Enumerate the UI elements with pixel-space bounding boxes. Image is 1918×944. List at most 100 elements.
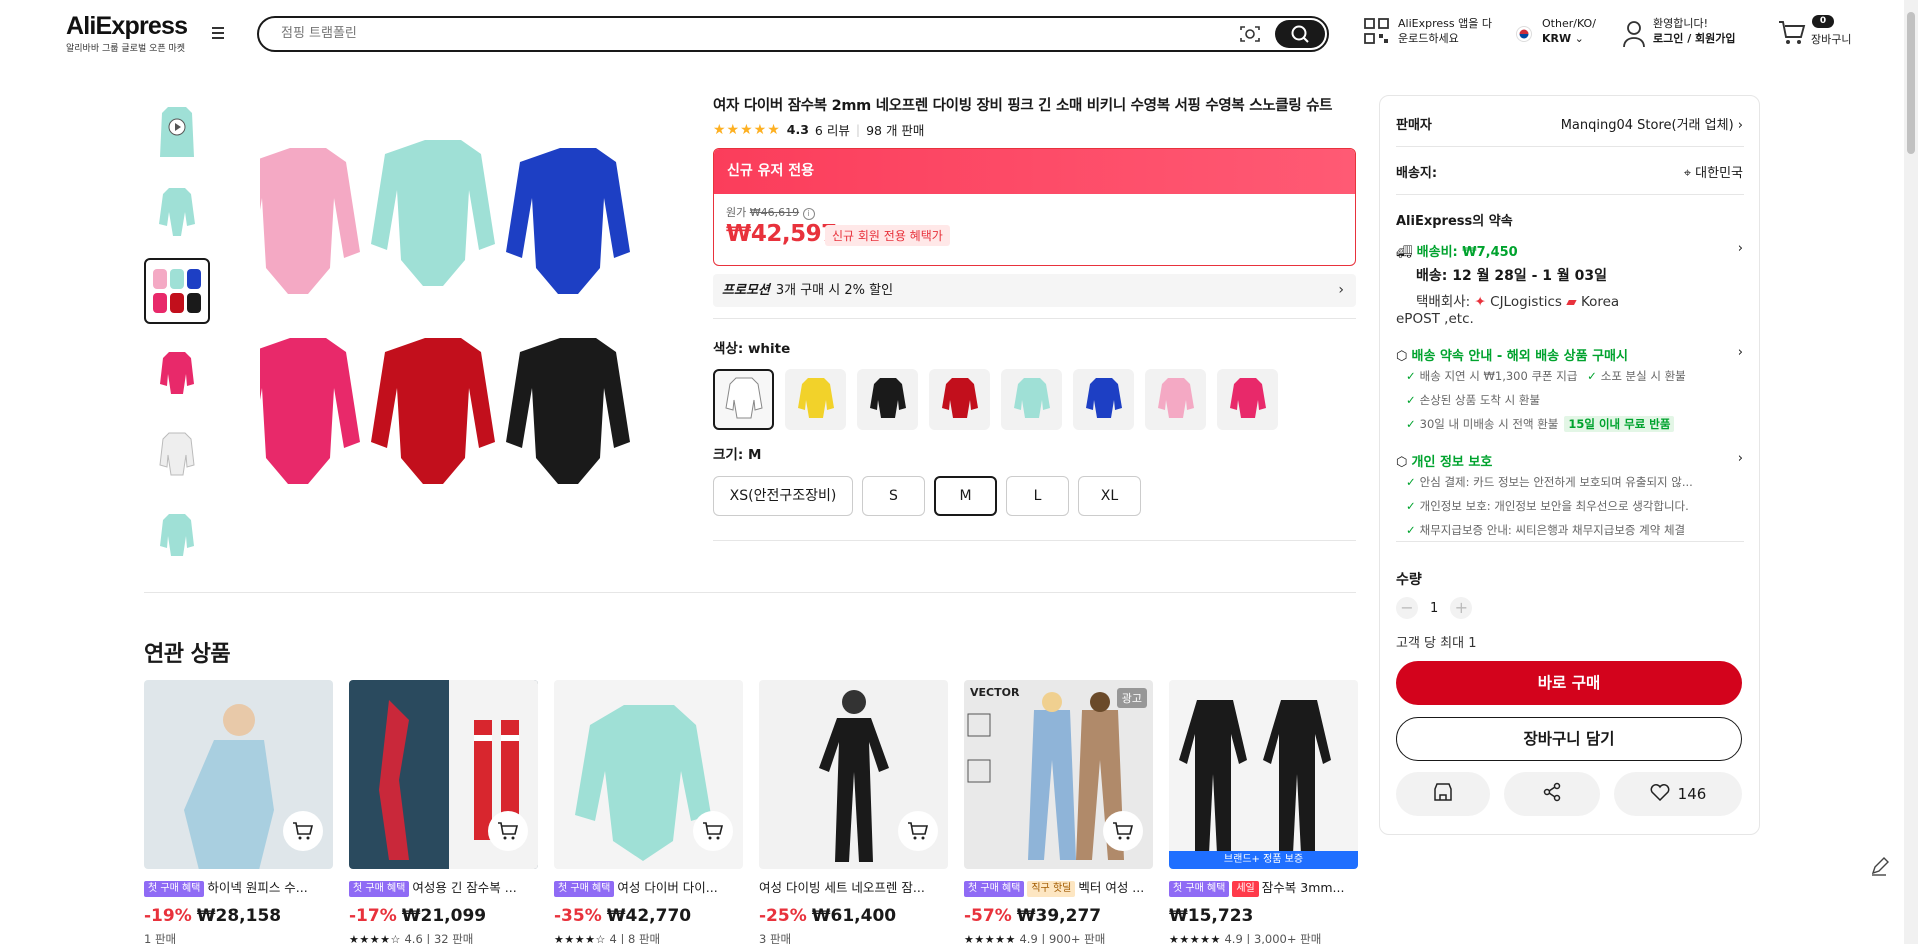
account-link[interactable]: 환영합니다! 로그인 / 회원가입	[1653, 16, 1736, 46]
seller-label: 판매자	[1396, 118, 1432, 133]
thumbnail-image[interactable]	[144, 501, 210, 567]
seller-value[interactable]: Manqing04 Store(거래 업체) ›	[1561, 114, 1743, 133]
add-to-cart-button[interactable]: 장바구니 담기	[1396, 717, 1742, 761]
product-card-image[interactable]	[554, 680, 743, 869]
scrollbar-thumb[interactable]	[1907, 12, 1915, 154]
add-to-cart-icon[interactable]	[488, 811, 528, 851]
product-card-image[interactable]	[144, 680, 333, 869]
thumbnail-image[interactable]	[144, 177, 210, 243]
rating-value: 4.3	[786, 122, 809, 137]
brand-label: VECTOR	[970, 686, 1020, 699]
original-price-label: 원가	[726, 206, 747, 219]
cart-label[interactable]: 장바구니	[1811, 32, 1851, 47]
size-option-l[interactable]: L	[1006, 476, 1069, 516]
quantity-decrease-button[interactable]: −	[1396, 597, 1418, 619]
privacy-1: 안심 결제: 카드 정보는 안전하게 보호되며 유출되지 않...	[1419, 475, 1693, 489]
product-card-sold: 1 판매	[144, 932, 177, 944]
buy-now-button[interactable]: 바로 구매	[1396, 661, 1742, 705]
store-button[interactable]	[1396, 772, 1490, 816]
shipping-fee-row[interactable]: 🚚︎ 배송비: ₩7,450 ›	[1396, 241, 1743, 260]
color-swatch-mint[interactable]	[1001, 369, 1062, 430]
thumbnail-image[interactable]	[144, 339, 210, 405]
color-swatch-hot-pink[interactable]	[1217, 369, 1278, 430]
camera-search-icon[interactable]	[1239, 24, 1261, 44]
privacy-2: 개인정보 보호: 개인정보 보안을 최우선으로 생각합니다.	[1419, 499, 1689, 513]
check-icon: ✓	[1406, 475, 1416, 489]
color-swatch-yellow[interactable]	[785, 369, 846, 430]
info-icon[interactable]: i	[802, 208, 815, 220]
guarantee-item: ✓ 배송 지연 시 ₩1,300 쿠폰 지급 ✓ 소포 분실 시 환불	[1406, 368, 1743, 384]
add-to-cart-icon[interactable]	[898, 811, 938, 851]
qr-code-icon[interactable]	[1364, 18, 1390, 50]
location-pin-icon: ⌖	[1683, 166, 1692, 181]
cart-icon[interactable]	[1778, 20, 1806, 50]
check-icon: ✓	[1406, 523, 1416, 537]
search-input[interactable]	[281, 26, 1181, 41]
product-card-name: 첫 구매 혜택 직구 핫딜 벡터 여성 ...	[964, 879, 1153, 897]
product-card-image[interactable]: 브랜드+ 정품 보증	[1169, 680, 1358, 869]
add-to-cart-icon[interactable]	[693, 811, 733, 851]
color-swatch-blue[interactable]	[1073, 369, 1134, 430]
add-to-cart-icon[interactable]	[1103, 811, 1143, 851]
product-card-image[interactable]	[759, 680, 948, 869]
region-currency-selector[interactable]: Other/KO/ KRW ⌄	[1542, 16, 1596, 46]
price-value: ₩42,770	[606, 906, 692, 926]
guarantee-1a: 배송 지연 시 ₩1,300 쿠폰 지급	[1419, 369, 1578, 383]
product-main-image[interactable]	[236, 140, 660, 510]
aliexpress-logo[interactable]: AliExpress 알리바바 그룹 글로벌 오픈 마켓	[66, 12, 188, 54]
share-button[interactable]	[1504, 772, 1600, 816]
size-option-m[interactable]: M	[934, 476, 997, 516]
product-card-price: -35% ₩42,770	[554, 906, 743, 926]
promotion-row[interactable]: 프로모션 3개 구매 시 2% 할인 ›	[713, 274, 1356, 307]
ship-to-value[interactable]: ⌖ 대한민국	[1684, 162, 1743, 181]
size-option-xs[interactable]: XS(안전구조장비)	[713, 476, 853, 516]
privacy-item: ✓ 개인정보 보호: 개인정보 보안을 최우선으로 생각합니다.	[1406, 498, 1743, 514]
wishlist-button[interactable]: 146	[1614, 772, 1742, 816]
rating-divider: |	[855, 122, 861, 137]
search-button[interactable]	[1275, 20, 1325, 48]
product-card[interactable]: 첫 구매 혜택 여성용 긴 잠수복 ... -17% ₩21,099 ★★★★☆ 4…	[349, 680, 538, 944]
star-rating-icon: ★★★★☆	[349, 933, 401, 944]
quantity-increase-button[interactable]: +	[1450, 597, 1473, 619]
thumbnail-image[interactable]	[144, 420, 210, 486]
color-swatch-pink[interactable]	[1145, 369, 1206, 430]
app-download-link[interactable]: AliExpress 앱을 다 운로드하세요	[1398, 16, 1492, 46]
thumbnail-video[interactable]	[144, 96, 210, 162]
product-card[interactable]: VECTOR 광고 첫 구매 혜택 직구 핫딜 벡터 여성 ... -57% ₩39,…	[964, 680, 1153, 944]
color-swatch-black[interactable]	[857, 369, 918, 430]
rating-row[interactable]: ★★★★★ 4.3 6 리뷰 | 98 개 판매	[713, 120, 924, 139]
promise-title: AliExpress의 약속	[1396, 214, 1513, 229]
add-to-cart-icon[interactable]	[283, 811, 323, 851]
logo-text[interactable]: AliExpress	[66, 12, 188, 40]
product-card-image[interactable]	[349, 680, 538, 869]
quantity-label: 수량	[1396, 572, 1422, 588]
product-card[interactable]: 브랜드+ 정품 보증 첫 구매 혜택 세일 잠수복 3mm... ₩15,723 ★…	[1169, 680, 1358, 944]
wishlist-count: 146	[1677, 785, 1707, 803]
color-swatch-list	[713, 369, 1278, 430]
seller-row[interactable]: 판매자 Manqing04 Store(거래 업체) ›	[1396, 114, 1743, 133]
size-option-s[interactable]: S	[862, 476, 925, 516]
product-card[interactable]: 여성 다이빙 세트 네오프렌 잠... -25% ₩61,400 3 판매	[759, 680, 948, 944]
chevron-right-icon: ›	[1737, 451, 1743, 466]
price-value: ₩61,400	[811, 906, 897, 926]
color-swatch-red[interactable]	[929, 369, 990, 430]
edit-pencil-icon[interactable]	[1864, 852, 1894, 882]
quantity-value[interactable]: 1	[1430, 601, 1438, 616]
hamburger-menu-icon[interactable]	[212, 27, 228, 41]
check-icon: ✓	[1406, 499, 1416, 513]
size-option-xl[interactable]: XL	[1078, 476, 1141, 516]
user-icon[interactable]	[1622, 20, 1646, 52]
product-card[interactable]: 첫 구매 혜택 하이넥 원피스 수... -19% ₩28,158 1 판매	[144, 680, 333, 944]
rating-sold-text: 4.9 | 900+ 판매	[1019, 932, 1106, 944]
thumbnail-image-selected[interactable]	[144, 258, 210, 324]
sold-count: 98 개 판매	[866, 123, 925, 138]
brand-plus-strip: 브랜드+ 정품 보증	[1169, 851, 1358, 869]
color-swatch-white[interactable]	[713, 369, 774, 430]
review-count[interactable]: 6 리뷰	[815, 120, 850, 139]
page-scrollbar[interactable]	[1904, 0, 1918, 944]
product-card[interactable]: 첫 구매 혜택 여성 다이버 다이... -35% ₩42,770 ★★★★☆ 4 …	[554, 680, 743, 944]
korea-flag-icon	[1516, 26, 1532, 46]
check-icon: ✓	[1587, 369, 1597, 383]
ship-to-row[interactable]: 배송지: ⌖ 대한민국	[1396, 162, 1743, 181]
product-card-image[interactable]: VECTOR 광고	[964, 680, 1153, 869]
